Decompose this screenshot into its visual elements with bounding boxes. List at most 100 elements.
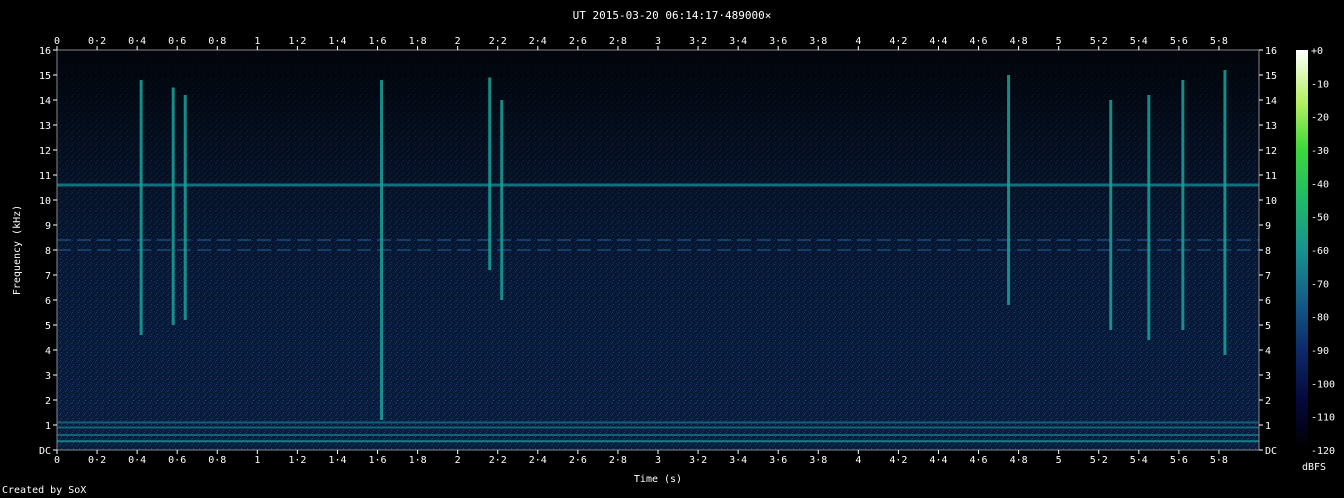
y-tick-label-right: 5 (1265, 321, 1271, 332)
x-tick-label-bottom: 5·4 (1130, 455, 1148, 466)
x-tick-label-top: 5·8 (1210, 36, 1228, 47)
x-tick-label-top: 1·8 (409, 36, 427, 47)
x-tick-label-bottom: 1·4 (328, 455, 346, 466)
x-tick-label-bottom: 3·6 (769, 455, 787, 466)
colorbar-tick-label: -70 (1311, 279, 1329, 290)
y-tick-label-right: 2 (1265, 396, 1271, 407)
y-tick-label-right: 11 (1265, 171, 1277, 182)
x-tick-label-bottom: 0 (54, 455, 60, 466)
colorbar (1296, 50, 1308, 450)
y-tick-label-right: 4 (1265, 346, 1271, 357)
y-tick-label-right: 3 (1265, 371, 1271, 382)
x-tick-label-bottom: 1·6 (369, 455, 387, 466)
y-tick-label-left: DC (39, 446, 51, 457)
y-tick-label-left: 4 (45, 346, 51, 357)
x-tick-label-top: 2·4 (529, 36, 547, 47)
x-tick-label-top: 4 (855, 36, 861, 47)
x-tick-label-bottom: 3 (655, 455, 661, 466)
x-tick-label-bottom: 0·2 (88, 455, 106, 466)
x-axis-label: Time (s) (634, 474, 682, 485)
colorbar-tick-label: -20 (1311, 113, 1329, 124)
colorbar-tick-label: -80 (1311, 313, 1329, 324)
y-tick-label-left: 12 (39, 146, 51, 157)
y-tick-label-right: 16 (1265, 46, 1277, 57)
colorbar-tick-label: -100 (1311, 379, 1335, 390)
y-tick-label-left: 2 (45, 396, 51, 407)
spectrogram-chart: 000·20·20·40·40·60·60·80·8111·21·21·41·4… (12, 36, 1335, 485)
y-tick-label-left: 16 (39, 46, 51, 57)
x-tick-label-bottom: 5 (1056, 455, 1062, 466)
x-tick-label-top: 3·8 (809, 36, 827, 47)
y-axis-label: Frequency (kHz) (12, 205, 23, 295)
x-tick-label-top: 4·4 (929, 36, 947, 47)
y-tick-label-left: 7 (45, 271, 51, 282)
x-tick-label-top: 4·8 (1010, 36, 1028, 47)
y-tick-label-right: 14 (1265, 96, 1277, 107)
x-tick-label-bottom: 5·6 (1170, 455, 1188, 466)
x-tick-label-bottom: 4·2 (889, 455, 907, 466)
y-tick-label-right: 12 (1265, 146, 1277, 157)
y-tick-label-left: 14 (39, 96, 51, 107)
x-tick-label-top: 0·6 (168, 36, 186, 47)
x-tick-label-top: 3·4 (729, 36, 747, 47)
y-tick-label-right: 13 (1265, 121, 1277, 132)
x-tick-label-bottom: 2·2 (489, 455, 507, 466)
x-tick-label-bottom: 2·8 (609, 455, 627, 466)
x-tick-label-top: 0·4 (128, 36, 146, 47)
x-tick-label-top: 3·6 (769, 36, 787, 47)
y-tick-label-right: 9 (1265, 221, 1271, 232)
y-tick-label-left: 11 (39, 171, 51, 182)
y-tick-label-left: 6 (45, 296, 51, 307)
colorbar-tick-label: -120 (1311, 446, 1335, 457)
x-tick-label-top: 0·8 (208, 36, 226, 47)
y-tick-label-left: 9 (45, 221, 51, 232)
colorbar-tick-label: -90 (1311, 346, 1329, 357)
y-tick-label-left: 15 (39, 71, 51, 82)
colorbar-tick-label: -10 (1311, 79, 1329, 90)
x-tick-label-top: 1 (254, 36, 260, 47)
x-tick-label-bottom: 4·4 (929, 455, 947, 466)
x-tick-label-top: 2·6 (569, 36, 587, 47)
x-tick-label-top: 3 (655, 36, 661, 47)
x-tick-label-bottom: 2·6 (569, 455, 587, 466)
y-tick-label-right: 7 (1265, 271, 1271, 282)
x-tick-label-bottom: 1·2 (288, 455, 306, 466)
x-tick-label-bottom: 1 (254, 455, 260, 466)
colorbar-tick-label: -110 (1311, 413, 1335, 424)
x-tick-label-top: 2 (455, 36, 461, 47)
y-tick-label-left: 1 (45, 421, 51, 432)
x-tick-label-bottom: 3·8 (809, 455, 827, 466)
x-tick-label-bottom: 0·4 (128, 455, 146, 466)
x-tick-label-top: 5·6 (1170, 36, 1188, 47)
colorbar-tick-label: -60 (1311, 246, 1329, 257)
x-tick-label-bottom: 4·6 (970, 455, 988, 466)
x-tick-label-bottom: 5·2 (1090, 455, 1108, 466)
x-tick-label-top: 1·4 (328, 36, 346, 47)
x-tick-label-bottom: 5·8 (1210, 455, 1228, 466)
y-tick-label-left: 5 (45, 321, 51, 332)
colorbar-tick-label: -40 (1311, 179, 1329, 190)
x-tick-label-bottom: 4·8 (1010, 455, 1028, 466)
x-tick-label-top: 4·6 (970, 36, 988, 47)
y-tick-label-right: 6 (1265, 296, 1271, 307)
colorbar-tick-label: -50 (1311, 213, 1329, 224)
y-tick-label-left: 13 (39, 121, 51, 132)
y-tick-label-left: 10 (39, 196, 51, 207)
x-tick-label-bottom: 2 (455, 455, 461, 466)
credit-text: Created by SoX (2, 485, 87, 496)
x-tick-label-bottom: 0·8 (208, 455, 226, 466)
x-tick-label-bottom: 4 (855, 455, 861, 466)
y-tick-label-left: 8 (45, 246, 51, 257)
x-tick-label-top: 0 (54, 36, 60, 47)
x-tick-label-top: 4·2 (889, 36, 907, 47)
x-tick-label-top: 2·8 (609, 36, 627, 47)
x-tick-label-bottom: 1·8 (409, 455, 427, 466)
colorbar-label: dBFS (1302, 462, 1326, 473)
x-tick-label-top: 2·2 (489, 36, 507, 47)
y-tick-label-right: 8 (1265, 246, 1271, 257)
colorbar-tick-label: +0 (1311, 46, 1323, 57)
x-tick-label-top: 5·2 (1090, 36, 1108, 47)
x-tick-label-bottom: 2·4 (529, 455, 547, 466)
x-tick-label-bottom: 3·4 (729, 455, 747, 466)
y-tick-label-right: DC (1265, 446, 1277, 457)
